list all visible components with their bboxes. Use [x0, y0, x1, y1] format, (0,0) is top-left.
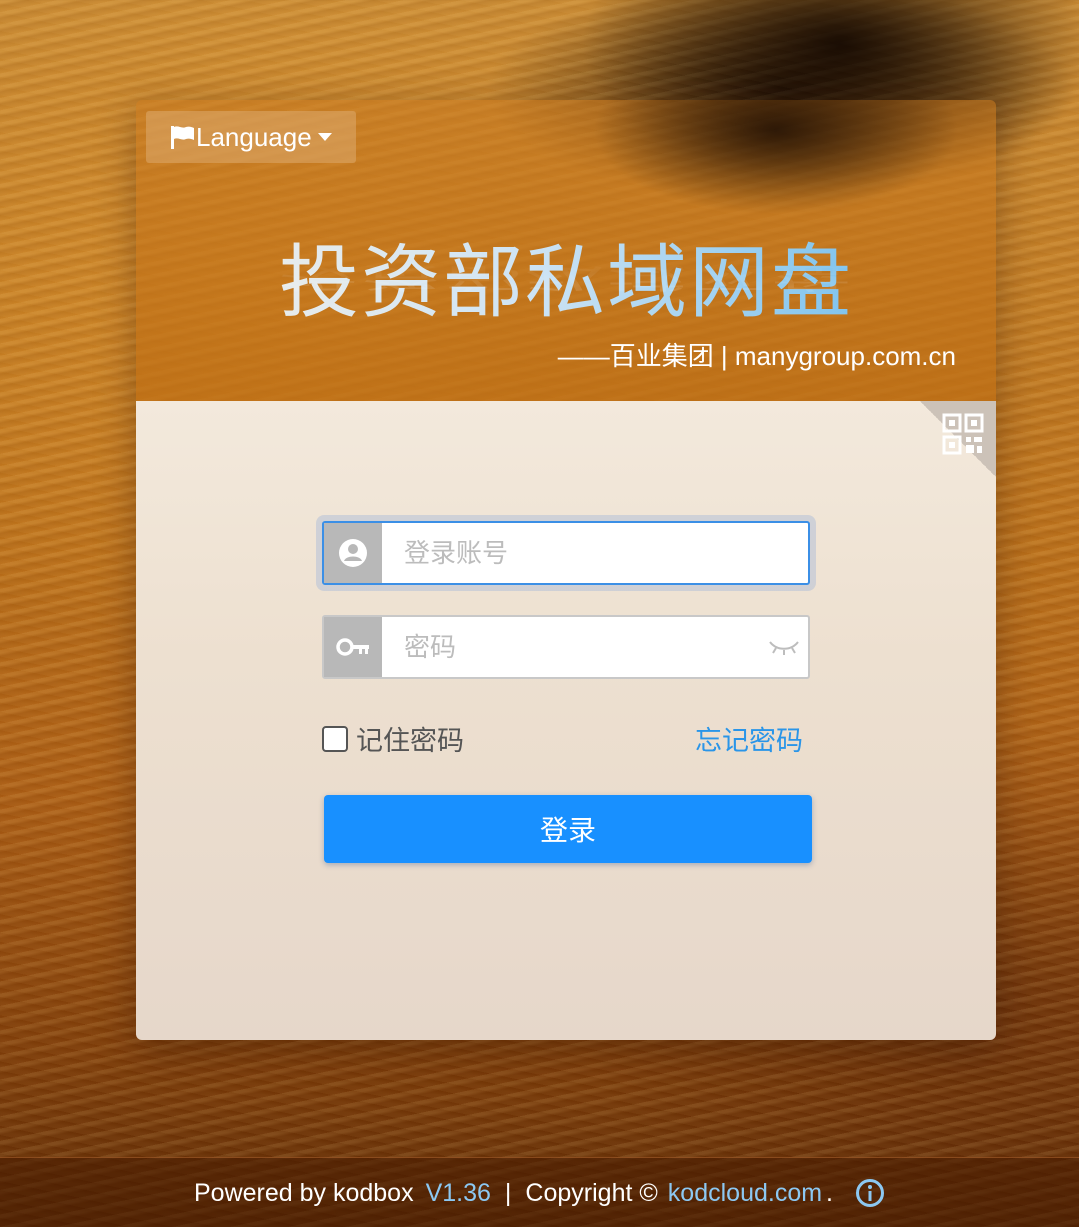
footer-dot: . [826, 1178, 833, 1207]
page-title: 投资部私域网盘 [136, 218, 996, 334]
version-link[interactable]: V1.36 [426, 1179, 491, 1208]
powered-by-text: Powered by kodbox [193, 1178, 414, 1207]
key-icon [336, 638, 369, 656]
eye-closed-icon [769, 641, 799, 655]
key-icon-addon [324, 617, 382, 677]
info-icon[interactable] [855, 1178, 885, 1208]
flag-icon [171, 126, 194, 149]
language-label: Language [196, 121, 312, 152]
login-button[interactable]: 登录 [324, 795, 812, 863]
copyright-text: Copyright © [525, 1178, 658, 1207]
username-input[interactable] [382, 523, 808, 583]
password-input[interactable] [382, 617, 760, 677]
footer-separator: | [504, 1178, 512, 1207]
remember-checkbox[interactable] [322, 725, 348, 752]
qr-login-toggle[interactable] [920, 401, 996, 477]
site-link[interactable]: kodcloud.com [668, 1179, 822, 1208]
footer: Powered by kodbox V1.36 | Copyright © ko… [0, 1157, 1079, 1227]
password-field [322, 615, 810, 679]
user-icon-addon [324, 523, 382, 583]
remember-me: 记住密码 [322, 719, 464, 758]
remember-label[interactable]: 记住密码 [356, 719, 464, 758]
toggle-password-visibility[interactable] [760, 617, 808, 677]
panel-body [136, 401, 996, 1040]
login-panel: Language 投资部私域网盘 投资部私域网盘 ——百业集团 | manygr… [136, 100, 996, 1040]
page-subtitle: ——百业集团 | manygroup.com.cn [557, 341, 956, 371]
forgot-password-link[interactable]: 忘记密码 [695, 719, 803, 758]
user-icon [339, 539, 367, 567]
username-field [322, 521, 810, 585]
panel-header: Language 投资部私域网盘 投资部私域网盘 ——百业集团 | manygr… [136, 100, 996, 401]
qr-code-icon [942, 413, 984, 455]
language-button[interactable]: Language [146, 111, 356, 163]
chevron-down-icon [317, 133, 332, 141]
